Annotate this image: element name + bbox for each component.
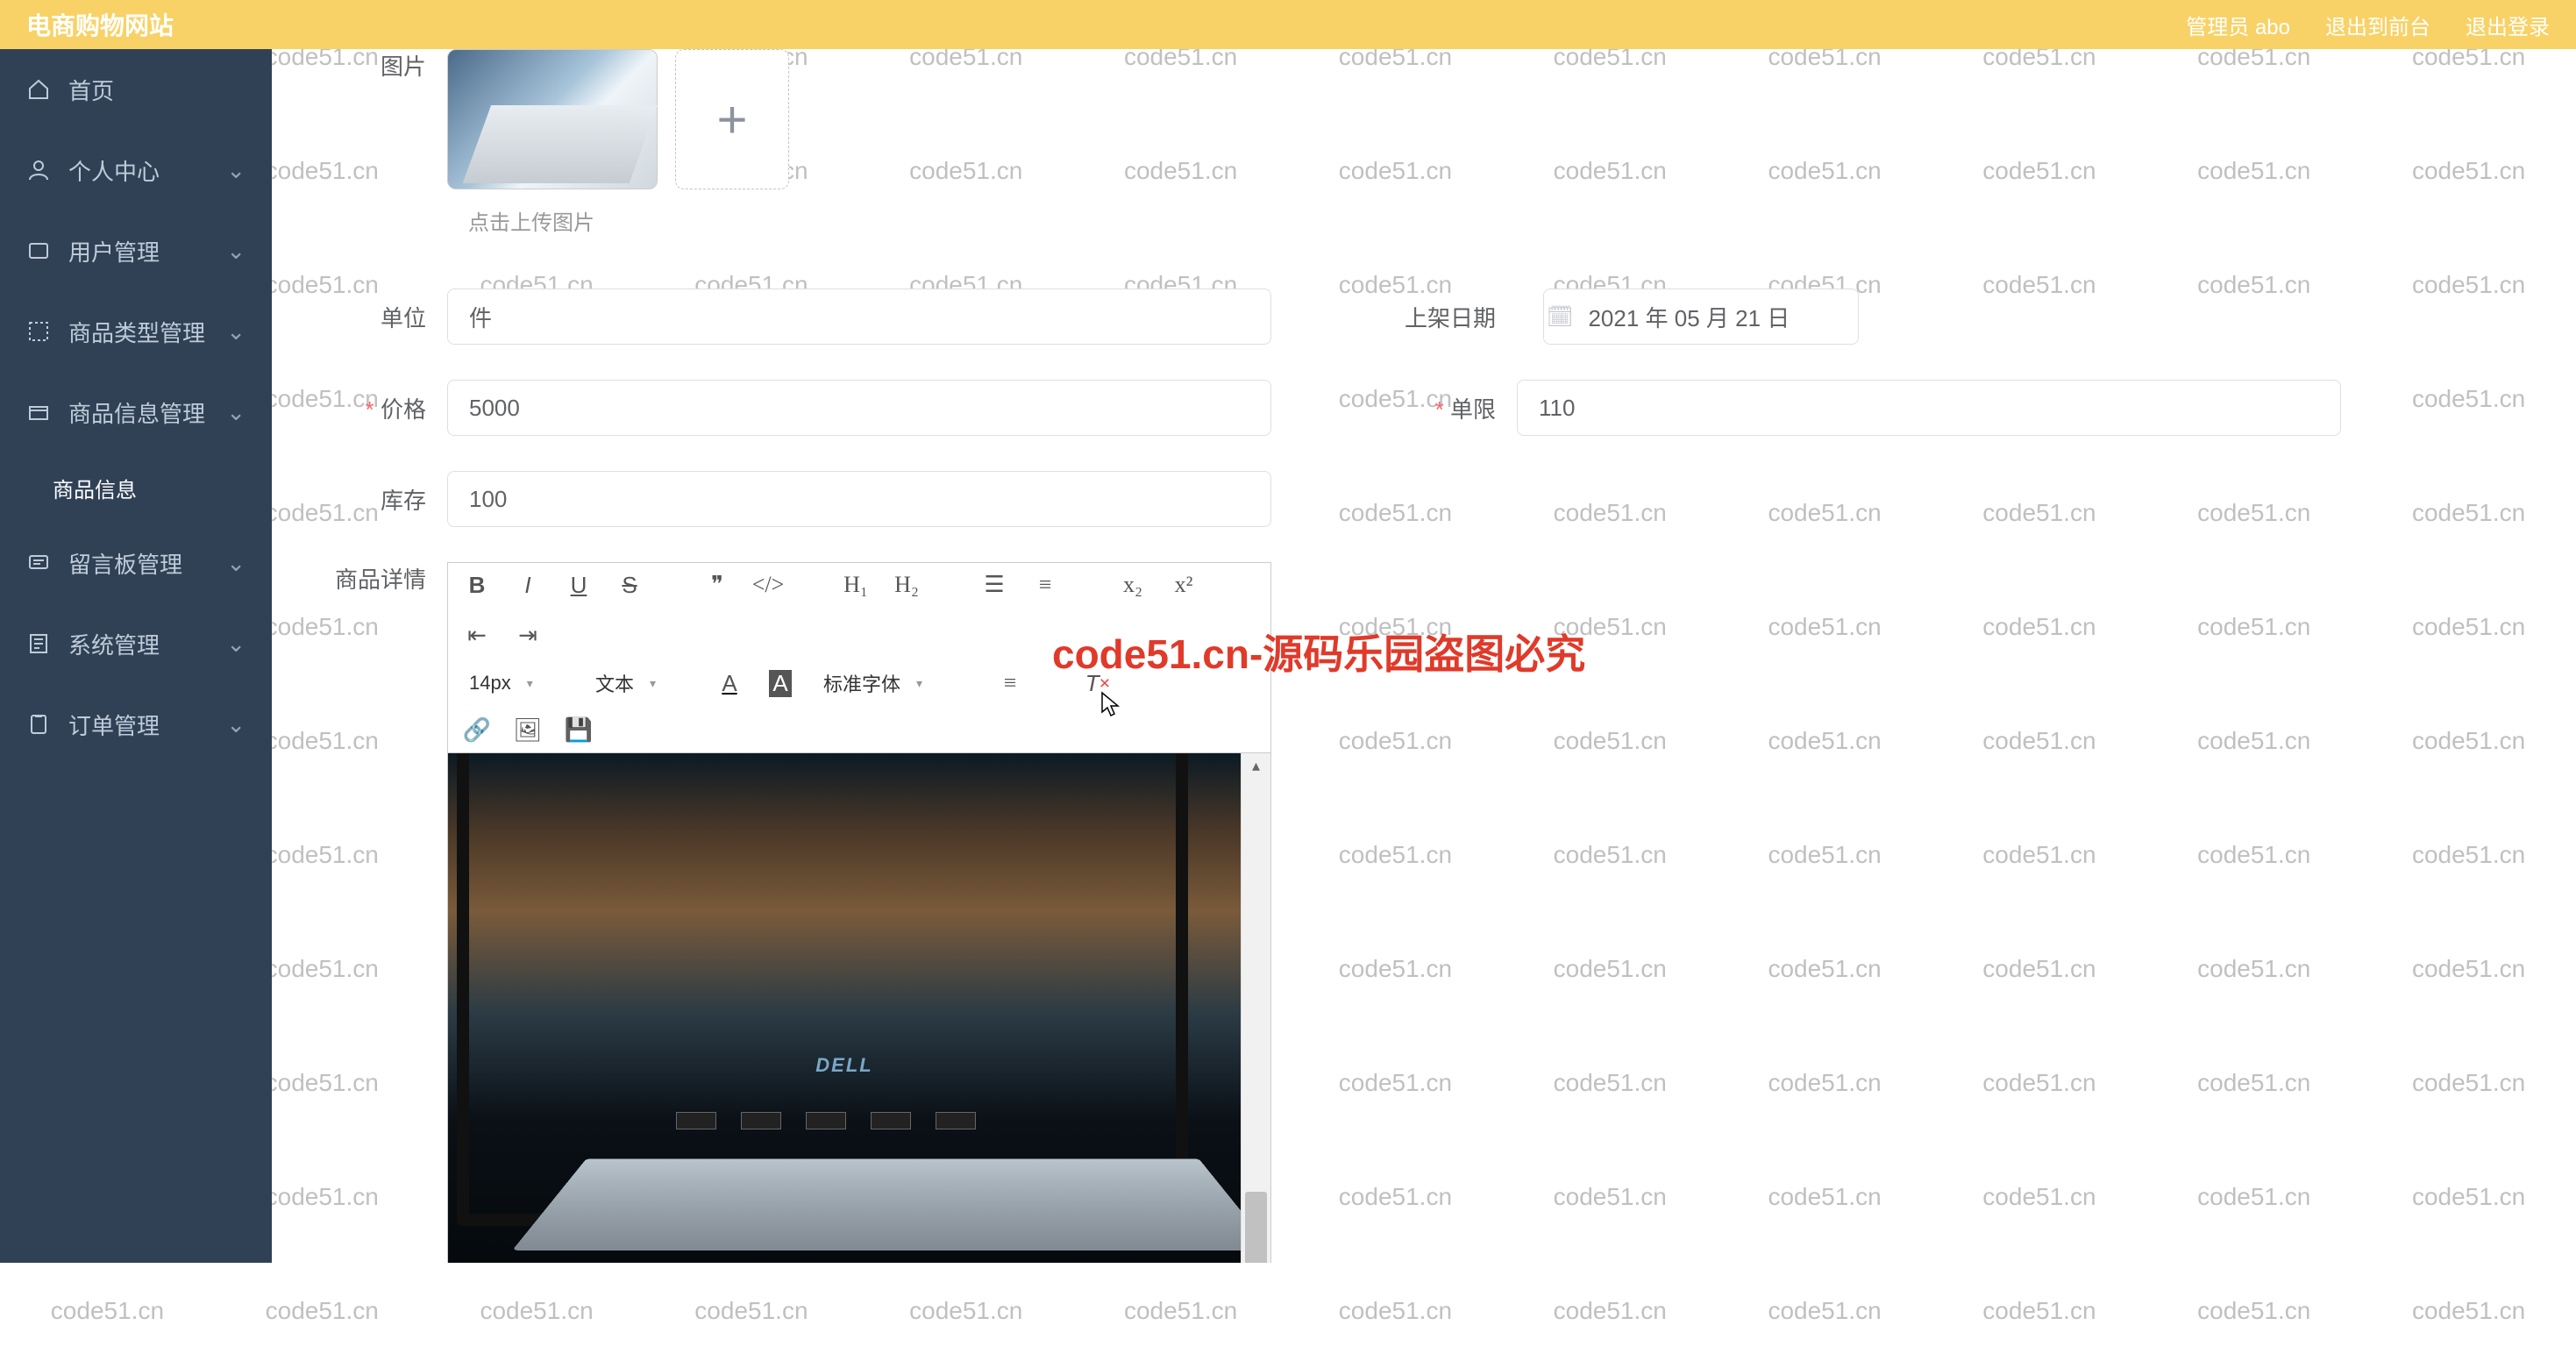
editor-scrollbar[interactable]: ▴ ▾ (1241, 753, 1270, 1263)
date-input[interactable] (1543, 289, 1859, 345)
nav-product-info-label: 商品信息 (53, 473, 137, 503)
h2-icon[interactable]: H₂ (892, 570, 922, 600)
nav-personal-label: 个人中心 (68, 154, 160, 187)
home-icon (26, 77, 51, 102)
uploaded-thumbnail[interactable] (447, 49, 658, 189)
top-header: 电商购物网站 管理员 abo 退出到前台 退出登录 (0, 0, 2576, 49)
order-icon (26, 712, 51, 737)
h1-icon[interactable]: H₁ (841, 570, 871, 600)
block-select[interactable]: 文本▾ (588, 666, 694, 701)
bg-color-icon[interactable]: A (765, 668, 795, 698)
quote-icon[interactable]: ❞ (702, 570, 732, 600)
chevron-down-icon: ⌄ (226, 157, 246, 184)
image-label: 图片 (324, 49, 447, 82)
admin-label[interactable]: 管理员 abo (2186, 10, 2290, 40)
laptop-brand-text: DELL (815, 1054, 872, 1077)
plus-icon: + (716, 89, 747, 150)
indent-icon[interactable]: ⇥ (513, 621, 543, 651)
unit-input[interactable] (447, 289, 1271, 345)
nav-user-mgmt-label: 用户管理 (68, 235, 160, 267)
to-frontend-link[interactable]: 退出到前台 (2325, 10, 2430, 40)
chevron-down-icon: ⌄ (226, 238, 246, 265)
stock-input[interactable] (447, 471, 1271, 527)
text-color-icon[interactable]: A (715, 668, 744, 698)
calendar-icon: 🗓 (1547, 304, 1573, 330)
nav-product-info[interactable]: 商品信息 (0, 452, 272, 523)
nav-system-mgmt-label: 系统管理 (68, 628, 160, 660)
outdent-icon[interactable]: ⇤ (462, 621, 492, 651)
add-image-button[interactable]: + (675, 49, 789, 189)
image-icon[interactable]: 🖼 (513, 716, 543, 745)
upload-hint: 点击上传图片 (468, 205, 2523, 236)
bold-icon[interactable]: B (462, 570, 492, 600)
nav-product-mgmt[interactable]: 商品信息管理 ⌄ (0, 372, 272, 452)
nav-order-mgmt[interactable]: 订单管理 ⌄ (0, 684, 272, 765)
unordered-list-icon[interactable]: ≡ (1030, 570, 1060, 600)
limit-label: 单限 (1377, 392, 1517, 424)
strikethrough-icon[interactable]: S (615, 570, 644, 600)
sidebar: 首页 个人中心 ⌄ 用户管理 ⌄ 商品类型管理 ⌄ 商品信息管理 ⌄ 商品信息 … (0, 49, 272, 1263)
message-icon (26, 551, 51, 575)
nav-order-mgmt-label: 订单管理 (68, 709, 160, 741)
ordered-list-icon[interactable]: ☰ (979, 570, 1009, 600)
brand-title: 电商购物网站 (26, 7, 174, 42)
nav-user-mgmt[interactable]: 用户管理 ⌄ (0, 210, 272, 291)
limit-input[interactable] (1517, 380, 2341, 436)
nav-category-mgmt[interactable]: 商品类型管理 ⌄ (0, 291, 272, 372)
scroll-up-icon[interactable]: ▴ (1242, 753, 1270, 778)
font-size-select[interactable]: 14px▾ (462, 668, 567, 698)
link-icon[interactable]: 🔗 (462, 716, 492, 745)
scroll-down-icon[interactable]: ▾ (1242, 1254, 1270, 1263)
editor-content-area[interactable]: DELL (448, 753, 1241, 1263)
editor-toolbar-row-3: 🔗 🖼 💾 (448, 708, 1270, 752)
nav-personal[interactable]: 个人中心 ⌄ (0, 130, 272, 210)
chevron-down-icon: ⌄ (226, 318, 246, 346)
nav-home[interactable]: 首页 (0, 49, 272, 130)
italic-icon[interactable]: I (513, 570, 543, 600)
align-icon[interactable]: ≡ (995, 668, 1025, 698)
logout-link[interactable]: 退出登录 (2466, 10, 2550, 40)
unit-label: 单位 (324, 301, 447, 333)
system-icon (26, 631, 51, 656)
category-icon (26, 319, 51, 344)
chevron-down-icon: ⌄ (226, 550, 246, 577)
font-family-select[interactable]: 标准字体▾ (816, 666, 974, 701)
code-icon[interactable]: </> (753, 570, 783, 600)
mouse-cursor-icon (1100, 691, 1121, 719)
nav-system-mgmt[interactable]: 系统管理 ⌄ (0, 603, 272, 684)
save-icon[interactable]: 💾 (564, 716, 594, 745)
chevron-down-icon: ⌄ (226, 631, 246, 658)
stock-label: 库存 (324, 483, 447, 516)
price-label: 价格 (324, 392, 447, 424)
price-input[interactable] (447, 380, 1271, 436)
user-icon (26, 158, 51, 182)
nav-home-label: 首页 (68, 74, 114, 106)
nav-product-mgmt-label: 商品信息管理 (68, 396, 205, 429)
chevron-down-icon: ⌄ (226, 399, 246, 426)
nav-category-mgmt-label: 商品类型管理 (68, 316, 205, 348)
date-label: 上架日期 (1377, 301, 1517, 333)
product-icon (26, 400, 51, 424)
subscript-icon[interactable]: x₂ (1118, 570, 1148, 600)
users-icon (26, 239, 51, 263)
nav-message-mgmt-label: 留言板管理 (68, 547, 182, 580)
red-watermark-text: code51.cn-源码乐园盗图必究 (1052, 623, 1585, 680)
superscript-icon[interactable]: x² (1169, 570, 1199, 600)
underline-icon[interactable]: U (564, 570, 594, 600)
detail-label: 商品详情 (324, 562, 447, 595)
nav-message-mgmt[interactable]: 留言板管理 ⌄ (0, 523, 272, 603)
scroll-thumb[interactable] (1245, 1192, 1267, 1263)
chevron-down-icon: ⌄ (226, 711, 246, 738)
